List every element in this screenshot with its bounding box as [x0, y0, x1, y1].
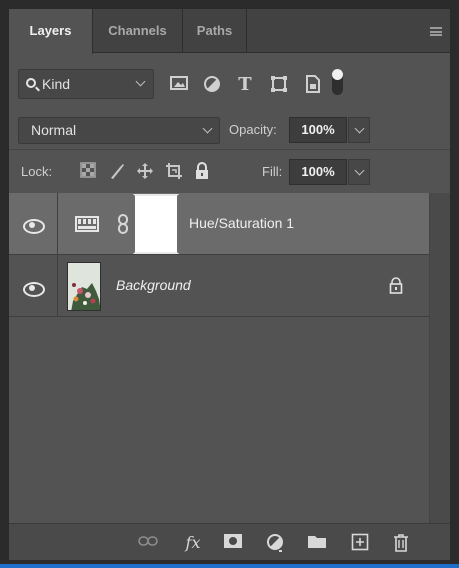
layer-name[interactable]: Hue/Saturation 1 [189, 215, 294, 231]
adjustment-layer-filter-icon[interactable] [202, 75, 222, 95]
layer-lock-icon[interactable] [389, 277, 403, 297]
layers-list: Hue/Saturation 1 Background [9, 193, 429, 523]
new-adjustment-layer-icon[interactable] [265, 533, 285, 553]
tab-channels[interactable]: Channels [93, 9, 183, 53]
blend-mode-select[interactable]: Normal [18, 117, 220, 144]
eye-icon[interactable] [23, 282, 45, 297]
chevron-down-icon [202, 123, 213, 134]
blend-mode-value: Normal [31, 122, 77, 138]
opacity-input[interactable]: 100% [289, 117, 347, 143]
tab-layers[interactable]: Layers [9, 9, 93, 54]
panel-tab-bar: Layers Channels Paths [9, 9, 450, 54]
accent-strip [0, 564, 459, 568]
fill-input[interactable]: 100% [289, 159, 347, 185]
layer-filter-row: Kind T [9, 69, 450, 101]
lock-position-icon[interactable] [136, 162, 154, 180]
opacity-label: Opacity: [229, 122, 277, 137]
search-icon [26, 78, 36, 88]
tab-paths[interactable]: Paths [183, 9, 247, 53]
lock-image-pixels-icon[interactable] [108, 162, 126, 180]
layer-thumbnail[interactable] [67, 262, 101, 311]
lock-artboard-icon[interactable] [165, 162, 183, 180]
hue-saturation-adjustment-icon [75, 216, 99, 235]
chevron-down-icon [354, 165, 365, 176]
divider [9, 149, 450, 150]
layers-footer-toolbar: fx [9, 523, 450, 560]
delete-layer-icon[interactable] [391, 533, 411, 553]
link-layers-icon[interactable] [138, 533, 158, 553]
add-mask-icon[interactable] [223, 533, 243, 553]
fill-dropdown-button[interactable] [348, 159, 370, 185]
eye-icon[interactable] [23, 219, 45, 234]
new-layer-icon[interactable] [350, 533, 370, 553]
layer-row-background[interactable]: Background [9, 255, 429, 317]
mask-selection-frame [133, 194, 179, 254]
shape-layer-filter-icon[interactable] [269, 75, 289, 95]
new-group-icon[interactable] [307, 533, 327, 553]
blend-row: Normal Opacity: 100% [9, 117, 450, 145]
mask-link-icon[interactable] [117, 214, 129, 237]
layers-panel: Layers Channels Paths Kind T Normal Opac… [8, 8, 451, 560]
lock-transparent-pixels-icon[interactable] [80, 162, 98, 180]
hamburger-icon[interactable] [430, 27, 442, 36]
divider [57, 255, 58, 317]
fill-label: Fill: [262, 164, 283, 179]
layer-name[interactable]: Background [116, 277, 191, 293]
type-layer-filter-icon[interactable]: T [235, 75, 255, 95]
lock-all-icon[interactable] [194, 162, 212, 180]
opacity-dropdown-button[interactable] [348, 117, 370, 143]
pixel-layer-filter-icon[interactable] [169, 75, 189, 95]
filter-kind-select[interactable]: Kind [18, 69, 154, 99]
chevron-down-icon [135, 76, 146, 87]
filter-kind-label: Kind [42, 76, 71, 92]
layer-row-hue-saturation[interactable]: Hue/Saturation 1 [9, 193, 429, 255]
smart-object-filter-icon[interactable] [303, 75, 323, 95]
chevron-down-icon [354, 123, 365, 134]
filter-toggle-switch[interactable] [332, 69, 343, 95]
layers-scrollbar[interactable] [429, 193, 450, 523]
fx-layer-style-icon[interactable]: fx [183, 533, 203, 553]
lock-row: Lock: Fill: 100% [9, 157, 450, 187]
lock-label: Lock: [21, 164, 53, 179]
divider [57, 193, 58, 255]
